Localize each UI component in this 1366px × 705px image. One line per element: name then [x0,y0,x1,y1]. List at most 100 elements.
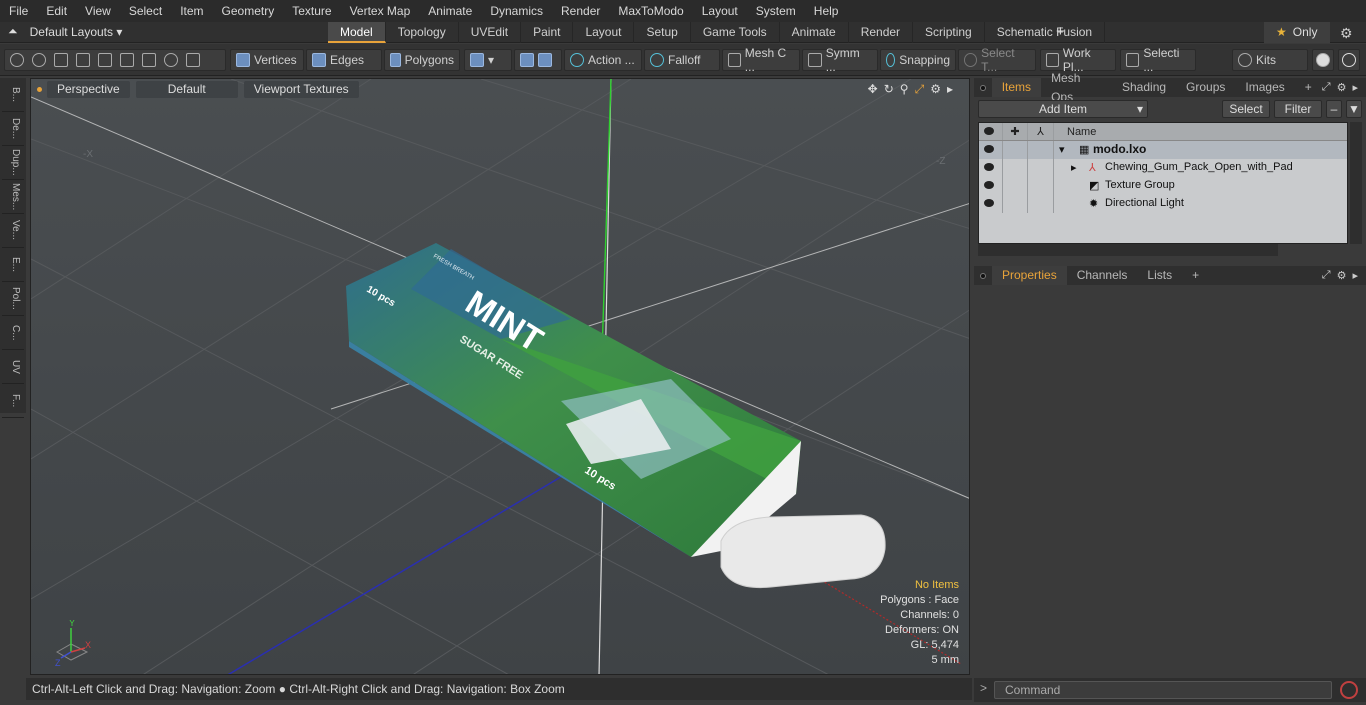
gear-icon[interactable]: ⚙ [1340,25,1356,41]
tab-render[interactable]: Render [849,22,914,43]
fit-icon[interactable]: ⤢ [915,82,925,97]
tab-game-tools[interactable]: Game Tools [691,22,780,43]
unity-button[interactable] [1312,49,1334,71]
brush-icon[interactable] [76,53,90,67]
panel-menu-dot[interactable] [980,84,986,91]
action-center-button[interactable]: Action ... [564,49,642,71]
select-button[interactable]: Select [1222,100,1270,118]
item-row-scene[interactable]: ▾ ▦ modo.lxo [979,141,1347,159]
tab-items[interactable]: Items [991,78,1042,97]
menu-maxtomodo[interactable]: MaxToModo [609,0,692,22]
item-row-texture-group[interactable]: ◩ Texture Group [979,177,1347,195]
item-list-hscrollbar[interactable] [978,244,1278,256]
view-type-button[interactable]: Perspective [47,80,130,98]
strip-tab-uv[interactable]: UV [2,350,24,384]
element-icon[interactable] [142,53,156,67]
item-list-scrollbar[interactable] [1350,122,1362,244]
orbit-icon[interactable]: ↻ [884,82,894,97]
strip-tab-basic[interactable]: B... [2,78,24,112]
pen-icon[interactable] [54,53,68,67]
strip-tab-mesh-edit[interactable]: Mes... [2,180,24,214]
add-panel-tab-icon[interactable]: + [1295,78,1322,97]
shading-button[interactable]: Default [135,80,238,98]
tab-topology[interactable]: Topology [386,22,459,43]
funnel-icon[interactable]: ▼ [1346,100,1362,118]
strip-tab-deform[interactable]: De... [2,112,24,146]
circle-select-icon[interactable] [10,53,24,67]
tab-shading[interactable]: Shading [1112,78,1176,97]
panel-arrow-icon[interactable]: ▸ [1352,81,1358,94]
menu-view[interactable]: View [76,0,120,22]
pan-icon[interactable]: ✥ [868,82,878,97]
kits-button[interactable]: Kits [1232,49,1308,71]
tab-setup[interactable]: Setup [634,22,691,43]
menu-system[interactable]: System [747,0,805,22]
menu-vertex-map[interactable]: Vertex Map [341,0,420,22]
symmetry-toggle[interactable] [514,49,562,71]
expand-arrow-icon[interactable]: ▾ [1059,143,1065,156]
strip-tab-polygon[interactable]: Pol... [2,282,24,316]
menu-geometry[interactable]: Geometry [213,0,284,22]
mesh-constraints-button[interactable]: Mesh C ... [722,46,800,74]
panel-expand-icon[interactable]: ⤢ [1322,81,1331,94]
menu-select[interactable]: Select [120,0,171,22]
tab-lists[interactable]: Lists [1137,266,1182,285]
panel-gear-icon[interactable]: ⚙ [1337,81,1347,94]
menu-layout[interactable]: Layout [693,0,747,22]
layout-dropdown[interactable]: Default Layouts ▾ [30,25,123,39]
menu-dynamics[interactable]: Dynamics [481,0,552,22]
polygons-button[interactable]: Polygons [384,49,460,71]
eye-icon[interactable] [984,145,994,153]
type-column[interactable]: ⅄ [1028,123,1054,140]
viewport-textures-button[interactable]: Viewport Textures [243,80,359,98]
vertices-button[interactable]: Vertices [230,49,304,71]
menu-texture[interactable]: Texture [283,0,340,22]
add-panel-tab-icon[interactable]: + [1182,266,1209,285]
viewport-gear-icon[interactable]: ⚙ [930,82,941,97]
tab-images[interactable]: Images [1235,78,1294,97]
name-column-header[interactable]: Name [1067,126,1096,138]
tab-model[interactable]: Model [328,22,386,43]
menu-item[interactable]: Item [171,0,212,22]
material-button[interactable]: ▾ [464,49,512,71]
gum-pad-model[interactable] [720,514,886,589]
tab-paint[interactable]: Paint [521,22,574,43]
eye-icon[interactable] [984,181,994,189]
menu-file[interactable]: File [0,0,37,22]
strip-tab-curve[interactable]: C... [2,316,24,350]
select-through-button[interactable]: Select T... [958,46,1036,74]
transform-icon[interactable] [98,53,112,67]
collapse-icon[interactable]: – [1326,100,1342,118]
viewport-menu-dot[interactable] [37,87,42,92]
panel-arrow-icon[interactable]: ▸ [1352,269,1358,282]
tab-scripting[interactable]: Scripting [913,22,985,43]
globe-icon[interactable] [32,53,46,67]
eye-icon[interactable] [984,163,994,171]
only-button[interactable]: ★ Only [1264,22,1330,43]
panel-menu-dot[interactable] [980,272,986,279]
tab-properties[interactable]: Properties [992,266,1067,285]
viewport-expand-icon[interactable]: ▸ [947,82,953,97]
item-row-light[interactable]: ✹ Directional Light [979,195,1347,213]
tab-channels[interactable]: Channels [1067,266,1138,285]
selection-sets-button[interactable]: Selecti ... [1120,46,1196,74]
panel-expand-icon[interactable]: ⤢ [1322,269,1331,282]
command-input[interactable]: Command [994,681,1332,699]
rotate-icon[interactable] [164,53,178,67]
3d-viewport[interactable]: Perspective Default Viewport Textures ✥ … [30,78,970,675]
item-mode-icon[interactable] [186,53,200,67]
strip-tab-fusion[interactable]: F... [2,384,24,418]
lock-column[interactable]: ✚ [1003,123,1028,140]
tab-schematic-fusion[interactable]: Schematic Fusion [985,22,1106,43]
eye-icon[interactable] [984,199,994,207]
strip-tab-edge[interactable]: E... [2,248,24,282]
move-icon[interactable] [120,53,134,67]
menu-render[interactable]: Render [552,0,609,22]
tab-layout[interactable]: Layout [573,22,635,43]
strip-tab-vertex[interactable]: Ve... [2,214,24,248]
add-tab-icon[interactable]: + [1056,23,1065,40]
strip-tab-duplicate[interactable]: Dup... [2,146,24,180]
snapping-button[interactable]: Snapping [880,49,956,71]
layout-up-icon[interactable]: ⏶ [8,24,18,39]
add-item-button[interactable]: Add Item ▾ [978,100,1148,118]
